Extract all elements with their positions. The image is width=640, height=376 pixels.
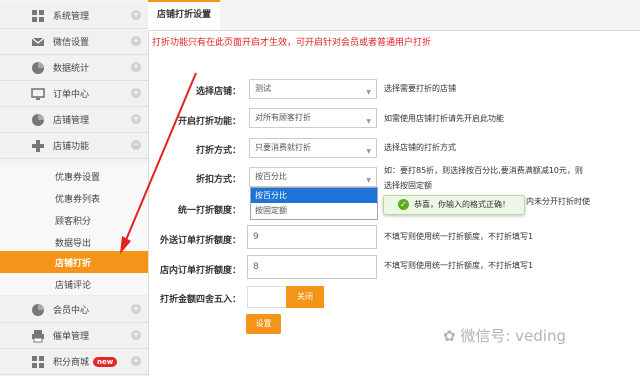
watermark-text: 微信号: veding: [460, 327, 567, 345]
annotation-arrow-icon: [120, 72, 197, 254]
watermark: ✿ 微信号: veding: [443, 325, 566, 346]
wechat-logo-icon: ✿: [443, 327, 456, 345]
